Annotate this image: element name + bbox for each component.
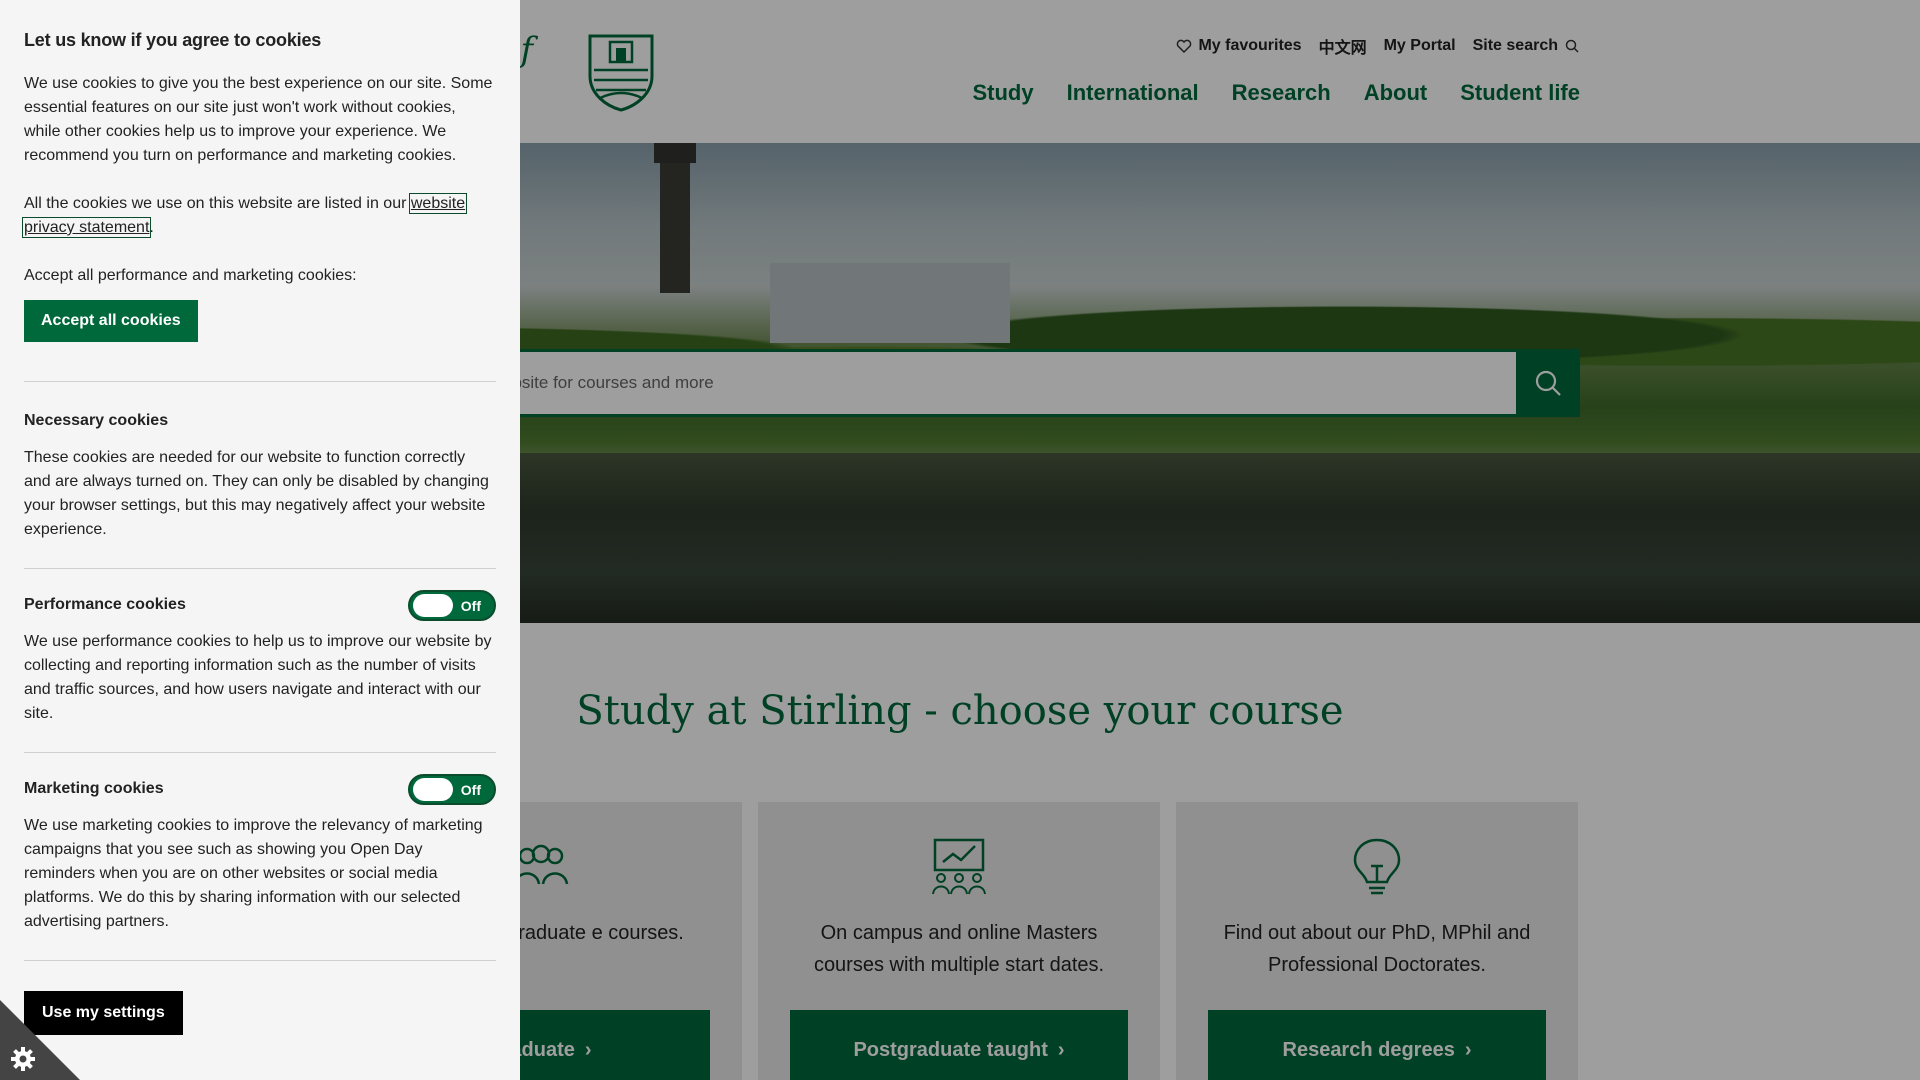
necessary-cookies-title: Necessary cookies <box>24 412 169 429</box>
performance-cookies-header: Performance cookies Off <box>24 589 496 621</box>
performance-toggle-label: Off <box>460 597 481 614</box>
marketing-cookies-text: We use marketing cookies to improve the … <box>24 817 483 930</box>
necessary-cookies-header: Necessary cookies <box>24 406 496 436</box>
performance-cookies-title: Performance cookies <box>24 596 186 613</box>
divider <box>24 752 496 753</box>
cookie-consent-panel: Let us know if you agree to cookies We u… <box>0 0 520 1080</box>
divider <box>24 568 496 569</box>
gear-icon <box>11 1047 35 1071</box>
necessary-cookies-text: These cookies are needed for our website… <box>24 449 489 538</box>
marketing-toggle-label: Off <box>460 781 481 798</box>
marketing-cookies-toggle[interactable]: Off <box>408 773 496 805</box>
cookie-privacy-text: All the cookies we use on this website a… <box>21 192 496 240</box>
cookie-intro-text: We use cookies to give you the best expe… <box>24 75 493 164</box>
performance-cookies-text: We use performance cookies to help us to… <box>24 633 492 722</box>
divider <box>24 381 496 382</box>
divider <box>24 960 496 961</box>
accept-all-cookies-button[interactable]: Accept all cookies <box>24 300 198 342</box>
marketing-cookies-title: Marketing cookies <box>24 780 164 797</box>
privacy-text-suffix: . <box>149 219 154 236</box>
accept-prompt: Accept all performance and marketing coo… <box>24 267 357 284</box>
cookie-settings-corner-button[interactable] <box>0 1000 80 1080</box>
privacy-text-prefix: All the cookies we use on this website a… <box>24 195 411 212</box>
toggle-knob <box>413 777 453 801</box>
toggle-knob <box>413 593 453 617</box>
marketing-cookies-header: Marketing cookies Off <box>24 773 496 805</box>
cookie-panel-title: Let us know if you agree to cookies <box>24 30 322 50</box>
performance-cookies-toggle[interactable]: Off <box>408 589 496 621</box>
